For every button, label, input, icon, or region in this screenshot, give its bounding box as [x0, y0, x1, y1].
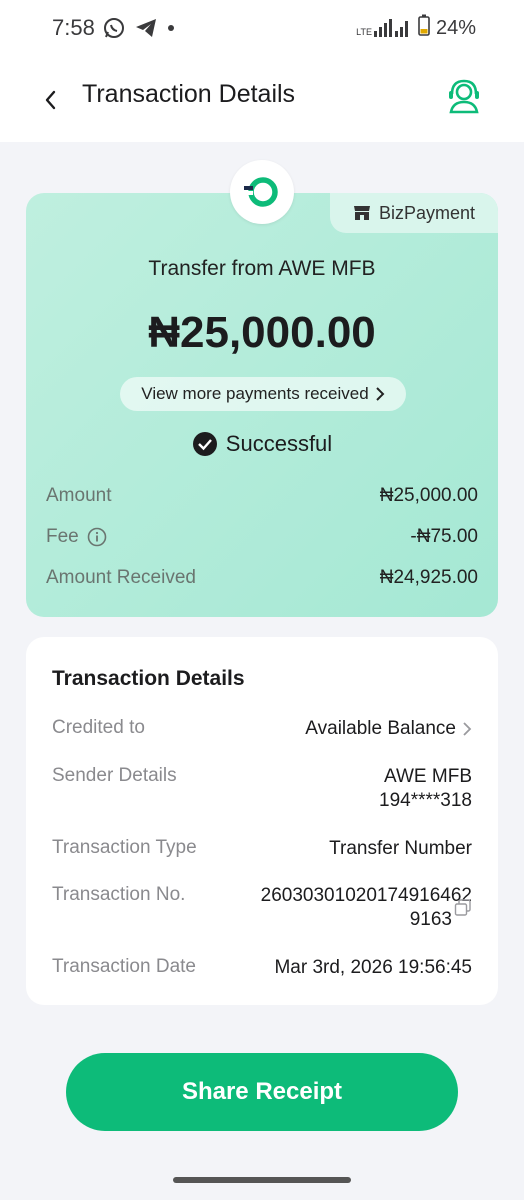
- transaction-number-row: Transaction No. 26030301020174916462 916…: [52, 884, 472, 934]
- sender-details-label: Sender Details: [52, 765, 177, 786]
- status-text: Successful: [225, 431, 333, 456]
- transaction-type-value: Transfer Number: [329, 838, 472, 859]
- transaction-details-card: Transaction Details Credited to Availabl…: [26, 637, 498, 1005]
- transaction-type-row: Transaction Type Transfer Number: [52, 837, 472, 863]
- back-button[interactable]: [36, 80, 64, 120]
- brand-logo-icon: [244, 177, 278, 207]
- page-title: Transaction Details: [82, 80, 296, 108]
- copy-icon[interactable]: [454, 899, 472, 917]
- transaction-number-label: Transaction No.: [52, 884, 186, 905]
- battery-percent: 24%: [435, 16, 476, 39]
- support-agent-icon: [449, 79, 479, 114]
- amount-label: Amount: [46, 485, 112, 506]
- fee-row: Fee -₦75.00: [46, 526, 478, 548]
- chevron-right-icon: [375, 387, 385, 401]
- app-header: Transaction Details: [0, 56, 524, 142]
- info-icon[interactable]: [87, 527, 107, 547]
- view-more-payments-button[interactable]: View more payments received: [120, 377, 406, 411]
- back-icon: [45, 90, 56, 110]
- battery-icon: [418, 14, 430, 42]
- signal-icon: LTE: [356, 19, 412, 37]
- badge-label: BizPayment: [378, 202, 476, 223]
- amount-value: ₦25,000.00: [379, 485, 478, 506]
- transfer-title: Transfer from AWE MFB: [148, 257, 376, 280]
- check-circle-icon: [192, 432, 217, 456]
- transaction-date-row: Transaction Date Mar 3rd, 2026 19:56:45: [52, 956, 472, 982]
- brand-logo: [230, 160, 294, 224]
- telegram-icon: [135, 18, 157, 38]
- whatsapp-icon: [103, 17, 125, 39]
- fee-value: -₦75.00: [410, 526, 478, 547]
- credited-to-row[interactable]: Credited to Available Balance: [52, 717, 472, 743]
- amount-received-value: ₦24,925.00: [379, 567, 478, 588]
- transaction-date-value: Mar 3rd, 2026 19:56:45: [274, 957, 472, 978]
- sender-account: 194****318: [379, 790, 472, 811]
- fee-label: Fee: [46, 526, 79, 547]
- share-receipt-button[interactable]: Share Receipt: [66, 1053, 458, 1131]
- amount-row: Amount ₦25,000.00: [46, 485, 478, 507]
- credited-to-value: Available Balance: [305, 718, 456, 739]
- transaction-number-line1: 26030301020174916462: [260, 885, 472, 906]
- transaction-number-line2: 9163: [409, 909, 452, 930]
- notification-dot-icon: [167, 24, 175, 32]
- chevron-right-icon: [463, 722, 472, 736]
- transaction-type-label: Transaction Type: [52, 837, 197, 858]
- bizpayment-badge: BizPayment: [330, 193, 498, 233]
- status-time: 7:58: [52, 15, 95, 40]
- transaction-summary-card: BizPayment Transfer from AWE MFB ₦25,000…: [26, 193, 498, 617]
- credited-to-label: Credited to: [52, 717, 145, 738]
- transfer-amount: ₦25,000.00: [148, 308, 376, 357]
- store-icon: [353, 206, 370, 220]
- status-bar: 7:58 LTE 24%: [0, 0, 524, 56]
- sender-details-row: Sender Details AWE MFB 194****318: [52, 765, 472, 815]
- sender-name: AWE MFB: [384, 766, 472, 787]
- amount-received-row: Amount Received ₦24,925.00: [46, 567, 478, 589]
- status-badge: Successful: [26, 431, 498, 457]
- support-button[interactable]: [444, 76, 484, 116]
- amount-received-label: Amount Received: [46, 567, 196, 588]
- details-section-title: Transaction Details: [52, 667, 245, 690]
- home-indicator[interactable]: [173, 1177, 351, 1183]
- view-more-label: View more payments received: [141, 384, 369, 403]
- transaction-date-label: Transaction Date: [52, 956, 196, 977]
